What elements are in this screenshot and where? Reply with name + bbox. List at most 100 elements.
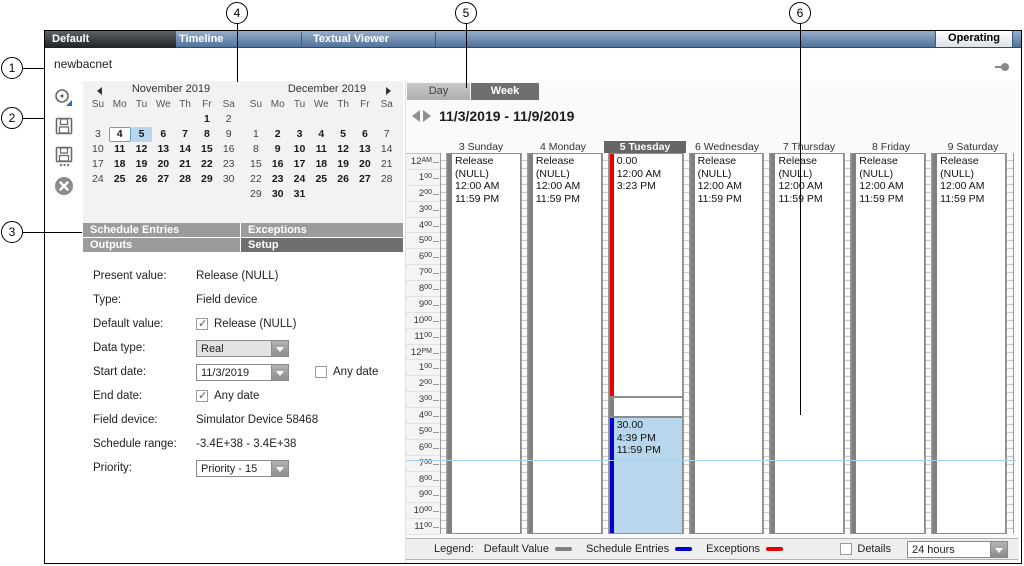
pin-icon[interactable] (1001, 63, 1009, 71)
calendar-day-cell[interactable]: 24 (289, 172, 311, 187)
calendar-day-cell[interactable]: 26 (332, 172, 354, 187)
exception-event[interactable]: 0.0012:00 AM3:23 PM (609, 153, 683, 397)
default-event[interactable]: Release (NULL)12:00 AM11:59 PM (851, 153, 925, 534)
calendar-day-cell[interactable]: 12 (332, 142, 354, 157)
calendar-day-cell[interactable]: 26 (131, 172, 153, 187)
calendar-day-cell[interactable]: 31 (289, 187, 311, 202)
calendar-day-cell[interactable]: 14 (376, 142, 398, 157)
calendar-day-cell[interactable]: 17 (289, 157, 311, 172)
calendar-day-cell[interactable]: 7 (174, 127, 196, 142)
end-date-checkbox[interactable] (196, 390, 208, 402)
calendar-day-cell[interactable]: 3 (87, 127, 109, 142)
calendar-day-cell[interactable]: 29 (245, 187, 267, 202)
day-header-monday[interactable]: 4 Monday (522, 141, 604, 153)
calendar-day-cell[interactable]: 8 (196, 127, 218, 142)
default-event[interactable]: Release (NULL)12:00 AM11:59 PM (690, 153, 764, 534)
calendar-day-cell[interactable]: 1 (196, 112, 218, 127)
calendar-day-cell[interactable]: 6 (354, 127, 376, 142)
calendar-day-cell[interactable]: 11 (310, 142, 332, 157)
calendar-day-cell[interactable]: 15 (245, 157, 267, 172)
default-event[interactable]: Release (NULL)12:00 AM11:59 PM (528, 153, 602, 534)
calendar-day-cell[interactable]: 21 (376, 157, 398, 172)
calendar-day-cell[interactable]: 29 (196, 172, 218, 187)
day-header-thursday[interactable]: 7 Thursday (768, 141, 850, 153)
day-header-wednesday[interactable]: 6 Wednesday (686, 141, 768, 153)
calendar-day-cell[interactable]: 25 (109, 172, 131, 187)
tab-outputs[interactable]: Outputs (83, 238, 240, 252)
discard-icon[interactable] (51, 174, 77, 200)
calendar-day-cell[interactable]: 5 (332, 127, 354, 142)
calendar-day-cell[interactable]: 6 (152, 127, 174, 142)
day-header-saturday[interactable]: 9 Saturday (932, 141, 1014, 153)
tab-operating[interactable]: Operating (935, 31, 1013, 47)
calendar-day-cell[interactable]: 15 (196, 142, 218, 157)
tab-week[interactable]: Week (471, 83, 539, 100)
calendar-day-cell[interactable]: 24 (87, 172, 109, 187)
tab-setup[interactable]: Setup (241, 238, 403, 252)
day-header-tuesday[interactable]: 5 Tuesday (604, 141, 686, 153)
calendar-day-cell[interactable]: 13 (354, 142, 376, 157)
details-checkbox[interactable] (840, 543, 852, 555)
default-event[interactable] (609, 397, 683, 417)
calendar-day-cell[interactable]: 19 (332, 157, 354, 172)
calendar-day-cell[interactable]: 10 (289, 142, 311, 157)
calendar-day-cell[interactable]: 12 (131, 142, 153, 157)
calendar-day-cell[interactable]: 4 (109, 127, 131, 142)
day-header-sunday[interactable]: 3 Sunday (440, 141, 522, 153)
priority-dropdown[interactable]: Priority - 15 (196, 460, 289, 477)
calendar-day-cell[interactable]: 14 (174, 142, 196, 157)
tab-textual-viewer[interactable]: Textual Viewer (313, 31, 389, 48)
start-date-any-date-checkbox[interactable] (315, 366, 327, 378)
tab-timeline[interactable]: Timeline (179, 31, 223, 48)
save-as-icon[interactable] (51, 144, 77, 170)
calendar-day-cell[interactable]: 22 (245, 172, 267, 187)
calendar-day-cell[interactable]: 19 (131, 157, 153, 172)
default-event[interactable]: Release (NULL)12:00 AM11:59 PM (932, 153, 1006, 534)
tab-default[interactable]: Default (45, 31, 176, 48)
calendar-day-cell[interactable]: 18 (109, 157, 131, 172)
previous-week-icon[interactable] (412, 110, 420, 122)
entry-event[interactable]: 30.004:39 PM11:59 PM (609, 417, 683, 534)
calendar-day-cell[interactable]: 21 (174, 157, 196, 172)
calendar-day-cell[interactable]: 8 (245, 142, 267, 157)
default-value-checkbox[interactable] (196, 318, 208, 330)
calendar-day-cell[interactable]: 4 (310, 127, 332, 142)
calendar-day-cell[interactable]: 30 (218, 172, 240, 187)
tab-exceptions[interactable]: Exceptions (241, 223, 403, 237)
calendar-day-cell[interactable]: 9 (218, 127, 240, 142)
calendar-day-cell[interactable]: 20 (152, 157, 174, 172)
calendar-day-cell[interactable]: 5 (131, 127, 153, 142)
calendar-day-cell[interactable]: 11 (109, 142, 131, 157)
tab-day[interactable]: Day (407, 83, 470, 100)
tab-schedule-entries[interactable]: Schedule Entries (83, 223, 240, 237)
calendar-day-cell[interactable]: 28 (376, 172, 398, 187)
calendar-day-cell[interactable]: 27 (354, 172, 376, 187)
calendar-day-cell[interactable]: 13 (152, 142, 174, 157)
calendar-day-cell[interactable]: 28 (174, 172, 196, 187)
data-type-dropdown[interactable]: Real (196, 340, 289, 357)
calendar-next-icon[interactable] (386, 87, 395, 95)
calendar-day-cell[interactable]: 30 (267, 187, 289, 202)
calendar-day-cell[interactable]: 1 (245, 127, 267, 142)
calendar-day-cell[interactable]: 27 (152, 172, 174, 187)
calendar-day-cell[interactable]: 17 (87, 157, 109, 172)
default-event[interactable]: Release (NULL)12:00 AM11:59 PM (770, 153, 844, 534)
day-header-friday[interactable]: 8 Friday (850, 141, 932, 153)
calendar-day-cell[interactable]: 23 (267, 172, 289, 187)
calendar-day-cell[interactable]: 10 (87, 142, 109, 157)
hours-zoom-dropdown[interactable]: 24 hours (907, 541, 1008, 558)
calendar-day-cell[interactable]: 9 (267, 142, 289, 157)
calendar-day-cell[interactable]: 22 (196, 157, 218, 172)
calendar-day-cell[interactable]: 3 (289, 127, 311, 142)
calendar-day-cell[interactable]: 16 (218, 142, 240, 157)
calendar-day-cell[interactable]: 2 (267, 127, 289, 142)
calendar-day-cell[interactable]: 16 (267, 157, 289, 172)
next-week-icon[interactable] (423, 110, 431, 122)
calendar-day-cell[interactable]: 20 (354, 157, 376, 172)
schedule-object-icon[interactable] (51, 86, 77, 112)
save-icon[interactable] (51, 114, 77, 140)
calendar-day-cell[interactable]: 7 (376, 127, 398, 142)
calendar-day-cell[interactable]: 25 (310, 172, 332, 187)
calendar-day-cell[interactable]: 2 (218, 112, 240, 127)
calendar-prev-icon[interactable] (93, 87, 102, 95)
